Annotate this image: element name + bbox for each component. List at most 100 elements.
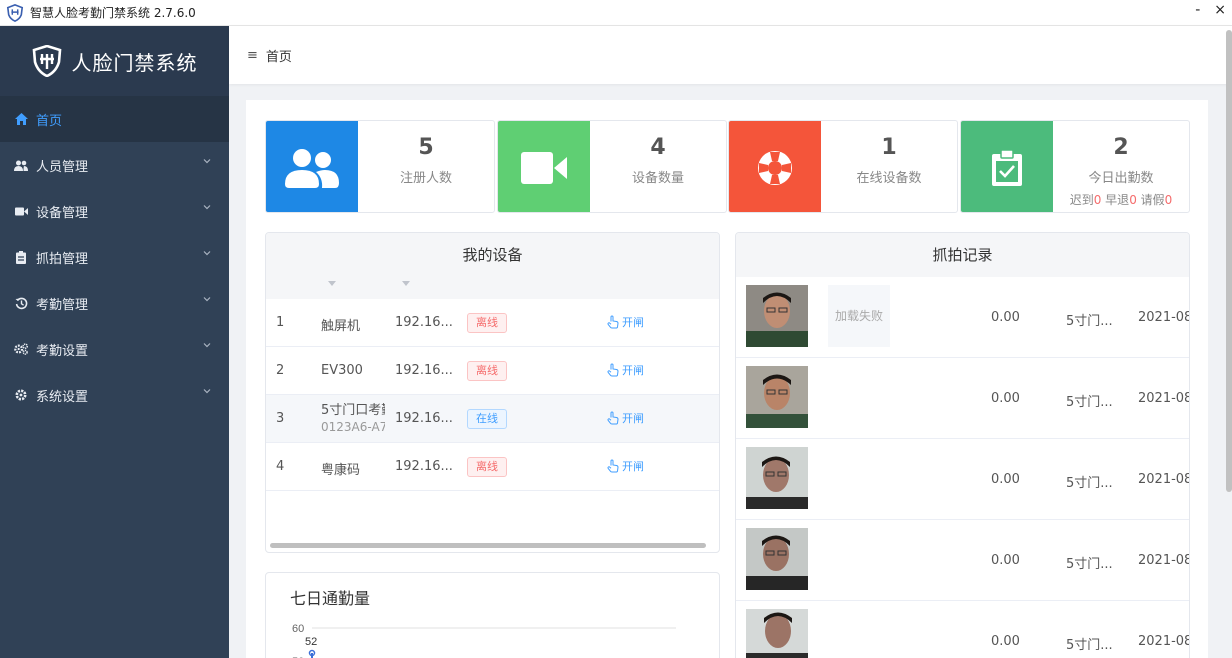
sidebar-item-devices[interactable]: 设备管理 (0, 188, 229, 234)
status-badge: 在线 (467, 409, 507, 429)
sidebar-item-system-settings[interactable]: 系统设置 (0, 372, 229, 418)
window-title: 智慧人脸考勤门禁系统 2.7.6.0 (30, 6, 196, 20)
horizontal-scrollbar[interactable] (270, 543, 706, 548)
device-index: 4 (276, 459, 285, 474)
history-icon (14, 296, 28, 310)
top-header: ≡ 首页 (229, 26, 1232, 84)
capture-time: 2021-08 (1138, 553, 1190, 568)
hand-pointer-icon (607, 411, 619, 425)
weekly-chart-panel: 七日通勤量 60 52 50 (265, 572, 720, 658)
load-failed-placeholder: 加载失败 (828, 285, 890, 347)
capture-device: 5寸门... (1066, 557, 1113, 572)
capture-device: 5寸门... (1066, 314, 1113, 329)
list-item[interactable]: 0.00 5寸门... 2021-08 (736, 520, 1189, 601)
lifebuoy-icon (729, 121, 821, 212)
list-item[interactable]: 0.00 5寸门... 2021-08 (736, 439, 1189, 520)
device-index: 3 (276, 411, 285, 426)
face-photo[interactable] (746, 609, 808, 658)
device-ip: 192.16... (395, 315, 453, 330)
list-item[interactable]: 0.00 5寸门... 2021-08 (736, 358, 1189, 439)
similarity-score: 0.00 (991, 391, 1020, 406)
logo-shield-icon (32, 45, 61, 77)
open-gate-button[interactable]: 开闸 (606, 410, 644, 426)
table-row[interactable]: 3 5寸门口考勤 0123A6-A7 192.16... 在线 开闸 (266, 395, 719, 443)
sidebar-logo: 人脸门禁系统 (0, 26, 229, 96)
stat-label: 注册人数 (399, 171, 452, 186)
breadcrumb[interactable]: 首页 (266, 46, 292, 65)
chevron-down-icon (203, 159, 211, 164)
stat-label: 在线设备数 (856, 171, 922, 186)
status-badge: 离线 (467, 361, 507, 381)
sort-caret-icon[interactable] (402, 281, 410, 286)
chevron-down-icon (203, 343, 211, 348)
sidebar-item-label: 抓拍管理 (36, 251, 89, 267)
sidebar-item-label: 人员管理 (36, 159, 89, 175)
video-camera-icon (498, 121, 590, 212)
late-count: 0 (1093, 193, 1102, 207)
sidebar-item-label: 设备管理 (36, 205, 89, 221)
similarity-score: 0.00 (991, 634, 1020, 649)
leave-label: 请假 (1140, 193, 1165, 207)
face-photo[interactable] (746, 366, 808, 428)
title-bar: 智慧人脸考勤门禁系统 2.7.6.0 - × (0, 0, 1232, 26)
early-label: 早退 (1105, 193, 1130, 207)
similarity-score: 0.00 (991, 553, 1020, 568)
sidebar-item-home[interactable]: 首页 (0, 96, 229, 142)
early-count: 0 (1129, 193, 1137, 207)
late-label: 迟到 (1069, 193, 1094, 207)
capture-device: 5寸门... (1066, 395, 1113, 410)
sidebar-item-label: 首页 (36, 113, 63, 129)
list-item[interactable]: 0.00 5寸门... 2021-08 (736, 601, 1189, 658)
sidebar-item-personnel[interactable]: 人员管理 (0, 142, 229, 188)
list-item[interactable]: 加载失败 0.00 5寸门... 2021-08 (736, 277, 1189, 358)
capture-device: 5寸门... (1066, 638, 1113, 653)
capture-time: 2021-08 (1138, 310, 1190, 325)
clipboard-icon (14, 250, 28, 264)
captures-panel-title: 抓拍记录 (736, 233, 1189, 277)
users-icon (266, 121, 358, 212)
device-ip: 192.16... (395, 411, 453, 426)
sidebar-item-capture[interactable]: 抓拍管理 (0, 234, 229, 280)
face-photo[interactable] (746, 528, 808, 590)
table-row[interactable]: 1 触屏机 192.16... 离线 开闸 (266, 299, 719, 347)
clipboard-check-icon (961, 121, 1053, 212)
open-gate-label: 开闸 (622, 364, 644, 377)
chevron-down-icon (203, 251, 211, 256)
face-photo[interactable] (746, 447, 808, 509)
sort-caret-icon[interactable] (328, 281, 336, 286)
open-gate-button[interactable]: 开闸 (606, 314, 644, 330)
close-button[interactable]: × (1214, 2, 1226, 18)
status-badge: 离线 (467, 457, 507, 477)
stat-card-registered: 5 注册人数 (265, 120, 495, 213)
face-photo[interactable] (746, 285, 808, 347)
devices-panel-title: 我的设备 (266, 233, 719, 277)
device-name: 5寸门口考勤 (321, 403, 385, 418)
table-row[interactable]: 2 EV300 192.16... 离线 开闸 (266, 347, 719, 395)
captures-panel: 抓拍记录 加载失败 0.00 5寸门... 2021-08 0.00 5寸门..… (735, 232, 1190, 658)
hand-pointer-icon (607, 363, 619, 377)
menu-toggle-icon[interactable]: ≡ (247, 48, 258, 63)
users-icon (14, 158, 28, 172)
open-gate-button[interactable]: 开闸 (606, 362, 644, 378)
devices-panel: 我的设备 1 触屏机 192.16... 离线 开闸 2 EV300 192.1… (265, 232, 720, 553)
device-ip: 192.16... (395, 363, 453, 378)
cogs-icon (14, 342, 28, 356)
stat-value: 2 (1113, 135, 1129, 160)
minimize-button[interactable]: - (1195, 2, 1200, 18)
sidebar: 人脸门禁系统 首页 人员管理 设备管理 抓拍管理 考勤管理 考勤设置 系统设置 (0, 26, 229, 658)
vertical-scrollbar[interactable] (1226, 30, 1232, 492)
open-gate-button[interactable]: 开闸 (606, 458, 644, 474)
stat-value: 4 (650, 135, 666, 160)
stat-label: 设备数量 (631, 171, 684, 186)
logo-text: 人脸门禁系统 (71, 50, 198, 75)
device-name: 触屏机 (321, 319, 361, 334)
app-shield-icon (6, 3, 24, 22)
sidebar-item-attendance-settings[interactable]: 考勤设置 (0, 326, 229, 372)
home-icon (14, 112, 28, 126)
table-row[interactable]: 4 粤康码 192.16... 离线 开闸 (266, 443, 719, 491)
sidebar-item-attendance[interactable]: 考勤管理 (0, 280, 229, 326)
capture-time: 2021-08 (1138, 472, 1190, 487)
gear-icon (14, 388, 28, 402)
device-name-cell: 5寸门口考勤 0123A6-A7 (321, 403, 385, 436)
device-name: 粤康码 (321, 463, 361, 478)
